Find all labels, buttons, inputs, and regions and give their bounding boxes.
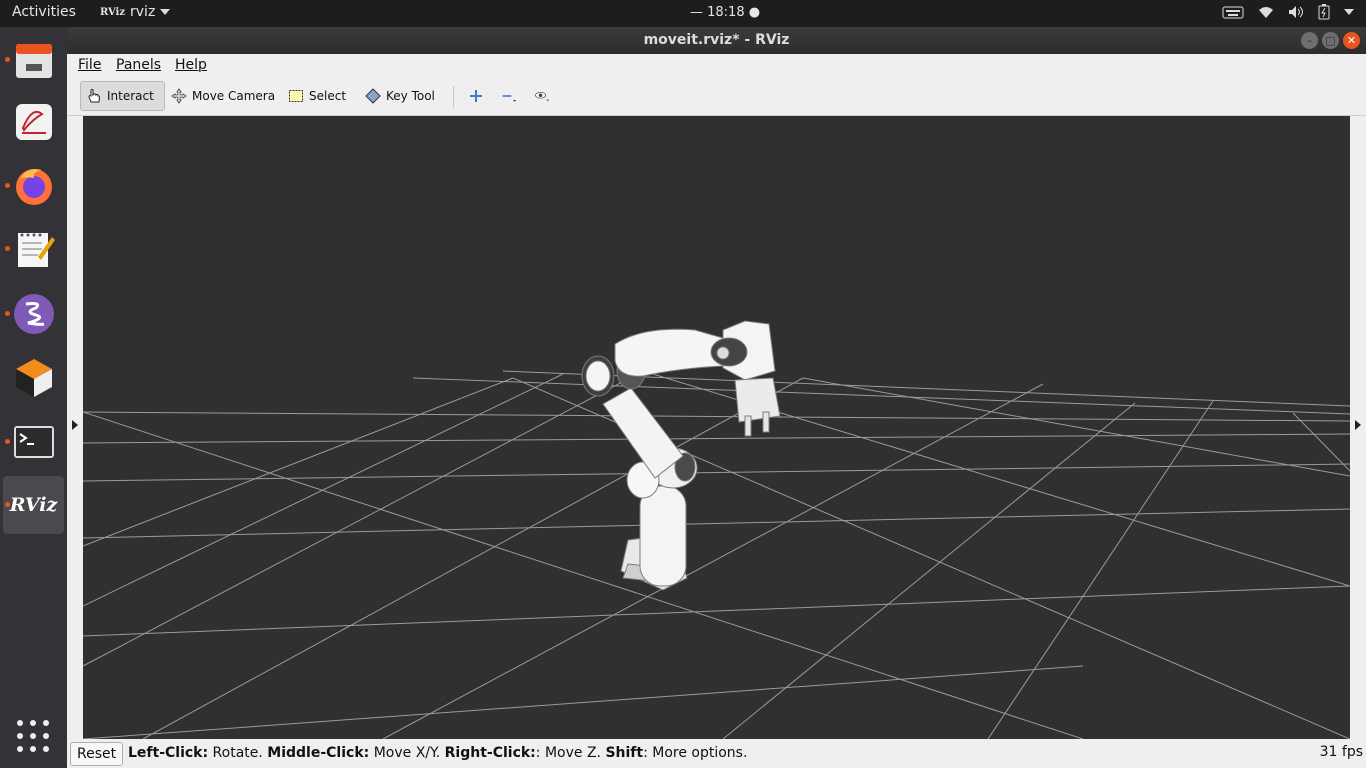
menu-bar: File Panels Help [67, 54, 1366, 78]
running-indicator [5, 439, 10, 444]
gnome-top-bar: Activities RViz rviz — 18:18 ● [0, 0, 1366, 27]
close-icon[interactable]: ✕ [1343, 32, 1360, 49]
dock-files[interactable] [3, 31, 64, 89]
document-viewer-icon [15, 104, 52, 140]
dock-terminal[interactable] [3, 413, 64, 471]
left-dock-collapser[interactable] [67, 116, 83, 739]
remove-tool-button[interactable] [496, 81, 522, 111]
activities-button[interactable]: Activities [12, 4, 76, 20]
move-arrows-icon [171, 88, 187, 104]
dock-rviz[interactable]: RViz [3, 476, 64, 534]
chevron-down-icon [160, 9, 171, 15]
select-tool-button[interactable]: Select [283, 81, 351, 111]
app-menu[interactable]: RViz rviz [100, 4, 171, 20]
volume-icon[interactable] [1288, 5, 1304, 19]
reset-button[interactable]: Reset [70, 742, 124, 766]
key-tool-label: Key Tool [386, 89, 435, 103]
window-title: moveit.rviz* - RViz [643, 32, 790, 48]
select-label: Select [309, 89, 347, 103]
menu-panels[interactable]: Panels [116, 57, 161, 73]
hint-shift-value: : More options. [643, 745, 748, 761]
add-tool-button[interactable] [463, 81, 489, 111]
dock-emacs[interactable] [3, 285, 64, 343]
interaction-hint: Left-Click: Rotate. Middle-Click: Move X… [128, 745, 747, 761]
running-indicator [5, 183, 10, 188]
minus-icon [502, 95, 517, 102]
plus-icon [470, 90, 482, 102]
running-indicator [5, 57, 10, 62]
selection-box-icon [289, 90, 303, 102]
virtualbox-icon [15, 359, 52, 397]
power-menu-icon[interactable] [1344, 9, 1354, 15]
tool-properties-button[interactable] [529, 81, 555, 111]
keyboard-icon[interactable] [1222, 5, 1244, 19]
dock-firefox[interactable] [3, 157, 64, 215]
rviz-icon: RViz [9, 494, 58, 516]
diamond-key-icon [365, 88, 381, 104]
system-tray[interactable] [1222, 4, 1354, 20]
show-applications-icon[interactable] [17, 720, 49, 752]
menu-help[interactable]: Help [175, 57, 207, 73]
hint-right-click-value: : Move Z. [535, 745, 606, 761]
hand-pointer-icon [88, 89, 101, 103]
fps-counter: 31 fps [1319, 744, 1363, 760]
dock-document-viewer[interactable] [3, 93, 64, 151]
text-editor-icon [17, 233, 55, 267]
running-indicator [5, 311, 10, 316]
hint-middle-click-key: Middle-Click: [267, 745, 370, 761]
dock-virtualbox[interactable] [3, 348, 64, 406]
chevron-right-icon [1355, 420, 1361, 430]
interact-label: Interact [107, 89, 154, 103]
render-viewport[interactable] [83, 116, 1350, 739]
terminal-icon [13, 426, 54, 458]
dock-text-editor[interactable] [3, 220, 64, 278]
battery-icon[interactable] [1318, 4, 1330, 20]
right-dock-collapser[interactable] [1350, 116, 1366, 739]
wifi-icon[interactable] [1258, 5, 1274, 19]
app-menu-label: rviz [130, 4, 156, 20]
menu-file[interactable]: File [78, 57, 101, 73]
files-icon [15, 44, 52, 78]
toolbar-separator [453, 86, 454, 108]
firefox-icon [15, 169, 52, 205]
scene-canvas [83, 116, 1350, 739]
status-bar: Reset Left-Click: Rotate. Middle-Click: … [67, 739, 1366, 768]
hint-right-click-key: Right-Click: [444, 745, 536, 761]
hint-left-click-value: Rotate. [208, 745, 268, 761]
hint-left-click-key: Left-Click: [128, 745, 209, 761]
maximize-icon[interactable]: □ [1322, 32, 1339, 49]
interact-tool-button[interactable]: Interact [80, 81, 165, 111]
dock: RViz [0, 27, 67, 768]
notification-dot-icon: ● [748, 5, 761, 20]
chevron-right-icon [72, 420, 78, 430]
window-titlebar[interactable]: moveit.rviz* - RViz – □ ✕ [67, 27, 1366, 54]
minimize-icon[interactable]: – [1301, 32, 1318, 49]
hint-middle-click-value: Move X/Y. [369, 745, 445, 761]
key-tool-button[interactable]: Key Tool [360, 81, 440, 111]
clock-label: — 18:18 [690, 5, 745, 20]
running-indicator [5, 502, 10, 507]
emacs-icon [13, 294, 54, 334]
rviz-app-icon: RViz [100, 6, 126, 18]
hint-shift-key: Shift [605, 745, 644, 761]
eye-icon [535, 92, 550, 102]
clock[interactable]: — 18:18 ● [690, 5, 760, 20]
tools-toolbar: Interact Move Camera Select Key Tool [67, 78, 1366, 116]
move-camera-label: Move Camera [192, 89, 276, 103]
running-indicator [5, 246, 10, 251]
move-camera-tool-button[interactable]: Move Camera [166, 81, 280, 111]
